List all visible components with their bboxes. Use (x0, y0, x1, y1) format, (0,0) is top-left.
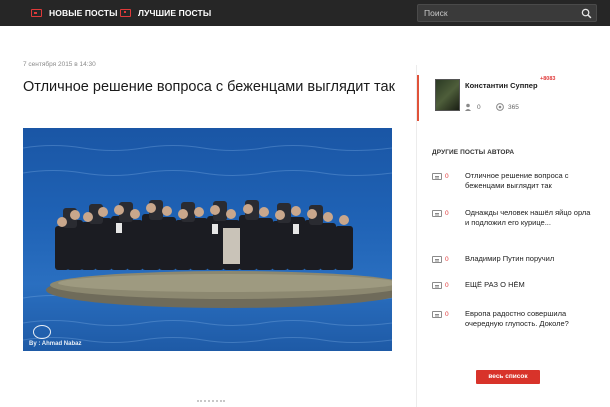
all-list-button[interactable]: весь список (476, 370, 540, 384)
comment-icon (432, 311, 442, 318)
comment-icon (432, 256, 442, 263)
nav-new-posts-label: НОВЫЕ ПОСТЫ (49, 8, 118, 18)
nav-new-posts[interactable]: НОВЫЕ ПОСТЫ (31, 0, 118, 26)
sidebar: Константин Суппер +8083 0 365 ДРУГИЕ ПОС… (416, 65, 596, 407)
comment-count: 0 (432, 173, 449, 180)
author-stat-likes: 0 (465, 103, 481, 111)
author-karma-badge: +8083 (540, 76, 556, 82)
comment-count: 0 (432, 210, 449, 217)
author-stat-likes-value: 0 (477, 103, 481, 111)
best-icon (120, 9, 131, 17)
search-box (417, 4, 597, 22)
comment-icon (432, 210, 442, 217)
other-post-link[interactable]: ЕЩЁ РАЗ О НЁМ (465, 280, 593, 290)
watermark-logo-icon (33, 325, 51, 339)
comment-icon (432, 282, 442, 289)
author-stat-views-value: 365 (508, 103, 519, 111)
comment-icon (432, 173, 442, 180)
comment-count-value: 0 (445, 282, 449, 289)
photo-illustration (23, 145, 392, 343)
author-card: Константин Суппер +8083 0 365 (417, 75, 597, 121)
post-date: 7 сентября 2015 в 14:30 (23, 61, 96, 68)
search-icon[interactable] (581, 8, 592, 19)
other-post-link[interactable]: Однажды человек нашёл яйцо орла и подлож… (465, 208, 593, 227)
post-title: Отличное решение вопроса с беженцами выг… (23, 79, 395, 95)
nav-best-posts[interactable]: ЛУЧШИЕ ПОСТЫ (120, 0, 211, 26)
search-input[interactable] (418, 5, 576, 21)
comment-count-value: 0 (445, 210, 449, 217)
other-post-link[interactable]: Владимир Путин поручил (465, 254, 593, 264)
nav-best-posts-label: ЛУЧШИЕ ПОСТЫ (138, 8, 212, 18)
avatar[interactable] (435, 79, 460, 111)
posts-icon (31, 9, 42, 17)
eye-icon (496, 103, 504, 111)
other-posts-heading: ДРУГИЕ ПОСТЫ АВТОРА (432, 149, 515, 156)
comment-count: 0 (432, 256, 449, 263)
comment-count: 0 (432, 282, 449, 289)
comment-count: 0 (432, 311, 449, 318)
post-image: By : Ahmad Nabaz (23, 128, 392, 351)
other-post-link[interactable]: Европа радостно совершила очередную глуп… (465, 309, 593, 328)
comment-count-value: 0 (445, 256, 449, 263)
users-icon (465, 103, 471, 111)
author-name[interactable]: Константин Суппер (465, 81, 538, 90)
loading-dots-divider (197, 400, 225, 404)
other-post-link[interactable]: Отличное решение вопроса с беженцами выг… (465, 171, 593, 190)
top-navigation-bar: НОВЫЕ ПОСТЫ ЛУЧШИЕ ПОСТЫ (0, 0, 610, 26)
comment-count-value: 0 (445, 311, 449, 318)
image-watermark: By : Ahmad Nabaz (29, 341, 82, 347)
author-stat-views: 365 (496, 103, 519, 111)
comment-count-value: 0 (445, 173, 449, 180)
